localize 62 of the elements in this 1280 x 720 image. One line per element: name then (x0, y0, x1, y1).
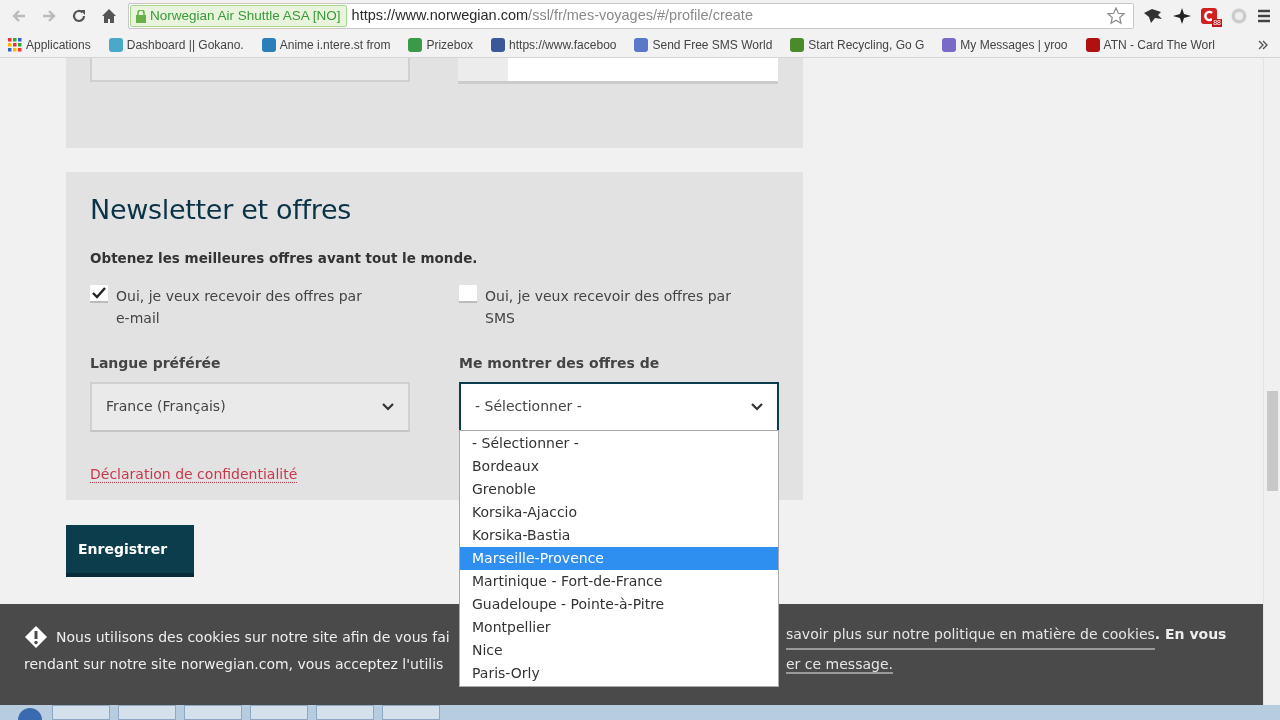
chevron-down-icon (382, 402, 394, 411)
select-field[interactable]: France (Français) (90, 381, 410, 432)
field-label: Langue préférée (90, 353, 222, 373)
bookmark[interactable]: Prizebox (404, 35, 478, 54)
warning-icon (24, 625, 48, 649)
taskbar-button[interactable] (184, 705, 242, 720)
bookmark[interactable]: Applications (4, 35, 95, 54)
input-field[interactable] (90, 58, 410, 82)
section-title: Newsletter et offres (90, 194, 353, 227)
menu-icon[interactable] (1256, 8, 1272, 24)
checkbox[interactable] (459, 284, 477, 303)
cookie-text: Nous utilisons des cookies sur notre site afin de vous fai (56, 627, 450, 647)
extension-icon[interactable] (1172, 7, 1192, 25)
home-icon (101, 8, 117, 24)
bookmark[interactable]: Start Recycling, Go G (786, 35, 929, 54)
dismiss-link[interactable]: er ce message. (786, 656, 893, 674)
scrollbar-thumb[interactable] (1267, 391, 1278, 491)
bookmark[interactable]: ATN - Card The Worl (1081, 35, 1219, 54)
dropdown-option[interactable]: Korsika-Ajaccio (460, 501, 778, 524)
bookmark[interactable]: Send Free SMS World (630, 35, 777, 54)
bookmark[interactable]: Anime i.ntere.st from (257, 35, 395, 54)
cookie-policy-link[interactable]: savoir plus sur notre politique en matière de cookies (786, 624, 1155, 650)
dropdown-option[interactable]: Guadeloupe - Pointe-à-Pitre (460, 593, 778, 616)
section-subtitle: Obtenez les meilleures offres avant tout le monde. (90, 249, 479, 269)
checkbox-label: Oui, je veux recevoir des offres par SMS (485, 286, 732, 328)
taskbar-button[interactable] (118, 705, 176, 720)
dropdown-option[interactable]: Bordeaux (460, 455, 778, 478)
extension-icon[interactable] (1142, 7, 1164, 25)
apps-grid-icon (8, 37, 22, 52)
padlock-icon (136, 9, 146, 23)
dropdown-option[interactable]: Nice (460, 639, 778, 662)
dropdown-option[interactable]: Korsika-Bastia (460, 524, 778, 547)
bookmark[interactable]: My Messages | yroo (938, 35, 1072, 54)
dropdown-option[interactable]: Grenoble (460, 478, 778, 501)
back-arrow-icon (11, 8, 27, 24)
star-icon[interactable] (1107, 7, 1125, 25)
input-field[interactable] (458, 58, 778, 84)
reload-icon (71, 8, 87, 24)
scrollbar[interactable] (1263, 58, 1280, 705)
chevron-down-icon (751, 402, 763, 411)
checkbox-label: Oui, je veux recevoir des offres par e-mail (116, 286, 363, 328)
taskbar-button[interactable] (382, 705, 440, 720)
cookie-text: rendant sur notre site norwegian.com, vous acceptez l'utilis (24, 656, 444, 672)
field-label: Me montrer des offres de (459, 353, 661, 373)
save-button[interactable]: Enregistrer (66, 525, 194, 577)
forward-arrow-icon (41, 8, 57, 24)
taskbar-button[interactable] (52, 705, 110, 720)
bookmark[interactable]: https://www.faceboo (487, 35, 621, 54)
taskbar-button[interactable] (250, 705, 308, 720)
select-field[interactable]: - Sélectionner - (459, 381, 779, 432)
cookie-text: . En vous (1154, 625, 1227, 644)
bookmark[interactable]: Dashboard || Gokano. (104, 35, 248, 54)
dropdown-option[interactable]: Montpellier (460, 616, 778, 639)
dropdown-option[interactable]: - Sélectionner - (460, 432, 778, 455)
dropdown-option[interactable]: Martinique - Fort-de-France (460, 570, 778, 593)
address-bar[interactable]: Norwegian Air Shuttle ASA [NO] https://www.norwegian.com/ssl/fr/mes-voyages/#/profile/create (128, 3, 1134, 29)
url-text: https://www.norwegian.com/ssl/fr/mes-voyages/#/profile/create (351, 6, 753, 26)
more-bookmarks-icon[interactable] (1258, 39, 1268, 50)
privacy-link[interactable]: Déclaration de confidentialité (90, 465, 298, 483)
checkbox[interactable] (90, 284, 108, 303)
dropdown-option[interactable]: Paris-Orly (460, 662, 778, 685)
taskbar-button[interactable] (316, 705, 374, 720)
